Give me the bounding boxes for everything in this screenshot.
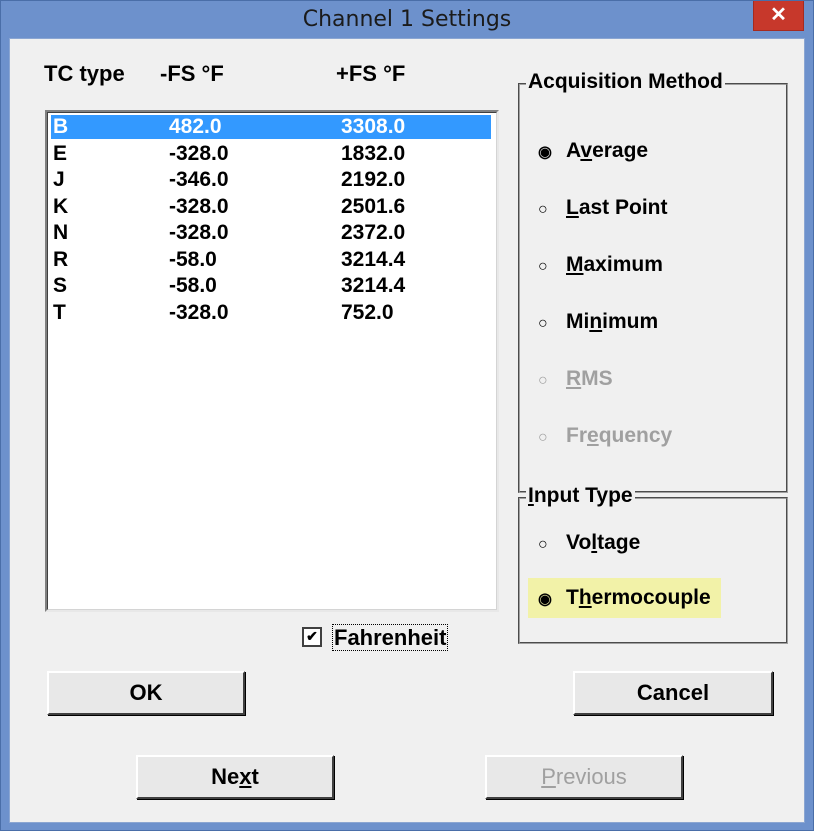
fahrenheit-label: Fahrenheit: [332, 624, 449, 651]
list-cell-pos: 3214.4: [341, 247, 406, 271]
radio-empty-icon: ○: [538, 429, 548, 446]
list-cell-type: E: [53, 141, 68, 165]
radio-empty-icon: ○: [538, 372, 548, 389]
list-cell-type: R: [53, 247, 69, 271]
list-cell-type: K: [53, 194, 69, 218]
radio-empty-icon: ○: [538, 201, 548, 218]
list-cell-neg: -58.0: [169, 247, 217, 271]
radio-label: Average: [566, 139, 649, 162]
list-cell-neg: -58.0: [169, 274, 217, 297]
list-item[interactable]: E -328.0 1832.0: [51, 142, 491, 166]
next-button[interactable]: Next: [136, 755, 334, 799]
radio-empty-icon: ○: [538, 258, 548, 275]
list-cell-pos: 3214.4: [341, 274, 406, 297]
dialog-window: Channel 1 Settings ✕ TC type -FS °F +FS …: [0, 0, 814, 831]
radio-empty-icon: ○: [538, 315, 548, 332]
check-icon: ✔: [306, 628, 318, 645]
close-button[interactable]: ✕: [753, 1, 804, 31]
close-icon: ✕: [770, 4, 787, 26]
radio-label: RMS: [566, 367, 613, 390]
tc-type-list[interactable]: B 482.0 3308.0 E -328.0 1832.0 J -346.0 2192.0 K -…: [45, 110, 499, 612]
list-item[interactable]: T -328.0 752.0: [51, 301, 491, 325]
column-header-neg-fs: -FS °F: [160, 61, 224, 86]
list-cell-pos: 2501.6: [341, 194, 406, 218]
list-cell-pos: 752.0: [341, 300, 394, 324]
list-cell-type: S: [53, 274, 68, 297]
cancel-button[interactable]: Cancel: [573, 671, 773, 715]
list-cell-type: T: [53, 300, 66, 324]
radio-frequency[interactable]: ○ Frequency: [538, 424, 672, 454]
list-cell-neg: -328.0: [169, 300, 229, 324]
tc-type-list-inner: B 482.0 3308.0 E -328.0 1832.0 J -346.0 2192.0 K -…: [47, 112, 497, 610]
radio-maximum[interactable]: ○ Maximum: [538, 253, 663, 283]
list-item[interactable]: S -58.0 3214.4: [51, 274, 491, 298]
radio-empty-icon: ○: [538, 536, 548, 553]
list-cell-pos: 2192.0: [341, 168, 406, 191]
list-item[interactable]: K -328.0 2501.6: [51, 195, 491, 219]
list-cell-type: B: [53, 115, 69, 138]
radio-minimum[interactable]: ○ Minimum: [538, 310, 658, 340]
input-type-group: Input Type ○ Voltage ◉ Thermocouple: [518, 484, 788, 644]
list-cell-neg: -346.0: [169, 168, 229, 191]
radio-label: Minimum: [566, 310, 659, 333]
ok-button[interactable]: OK: [47, 671, 245, 715]
radio-label: Maximum: [566, 253, 663, 276]
title-bar[interactable]: Channel 1 Settings ✕: [1, 1, 813, 38]
radio-thermocouple[interactable]: ◉ Thermocouple: [528, 578, 721, 618]
list-cell-neg: -328.0: [169, 221, 229, 244]
list-item[interactable]: B 482.0 3308.0: [51, 115, 491, 139]
checkbox-box[interactable]: ✔: [302, 627, 322, 648]
radio-label: Frequency: [566, 424, 673, 447]
list-item[interactable]: J -346.0 2192.0: [51, 168, 491, 192]
list-cell-neg: -328.0: [169, 194, 229, 218]
list-cell-pos: 1832.0: [341, 141, 406, 165]
column-header-tc-type: TC type: [44, 61, 125, 86]
fahrenheit-checkbox[interactable]: ✔ Fahrenheit: [302, 624, 449, 651]
window-title: Channel 1 Settings: [302, 7, 512, 32]
radio-selected-icon: ◉: [538, 591, 552, 608]
list-cell-pos: 2372.0: [341, 221, 406, 244]
list-item[interactable]: N -328.0 2372.0: [51, 221, 491, 245]
list-cell-neg: -328.0: [169, 141, 229, 165]
radio-average[interactable]: ◉ Average: [538, 139, 648, 169]
radio-selected-icon: ◉: [538, 144, 552, 161]
previous-button[interactable]: Previous: [485, 755, 683, 799]
dialog-body: TC type -FS °F +FS °F B 482.0 3308.0 E -328.…: [9, 38, 805, 823]
radio-label: Last Point: [566, 196, 668, 219]
radio-voltage[interactable]: ○ Voltage: [538, 531, 640, 561]
list-cell-neg: 482.0: [169, 115, 222, 138]
acquisition-method-group: Acquisition Method ◉ Average ○ Last Point ○ M…: [518, 70, 788, 493]
radio-rms[interactable]: ○ RMS: [538, 367, 613, 397]
list-item[interactable]: R -58.0 3214.4: [51, 248, 491, 272]
radio-label: Voltage: [566, 531, 641, 554]
list-cell-type: N: [53, 221, 69, 244]
radio-last-point[interactable]: ○ Last Point: [538, 196, 668, 226]
acquisition-method-label: Acquisition Method: [526, 70, 725, 94]
list-cell-pos: 3308.0: [341, 115, 406, 138]
radio-label: Thermocouple: [566, 586, 711, 609]
input-type-label: Input Type: [526, 484, 635, 508]
column-header-pos-fs: +FS °F: [336, 61, 406, 86]
list-cell-type: J: [53, 168, 65, 191]
